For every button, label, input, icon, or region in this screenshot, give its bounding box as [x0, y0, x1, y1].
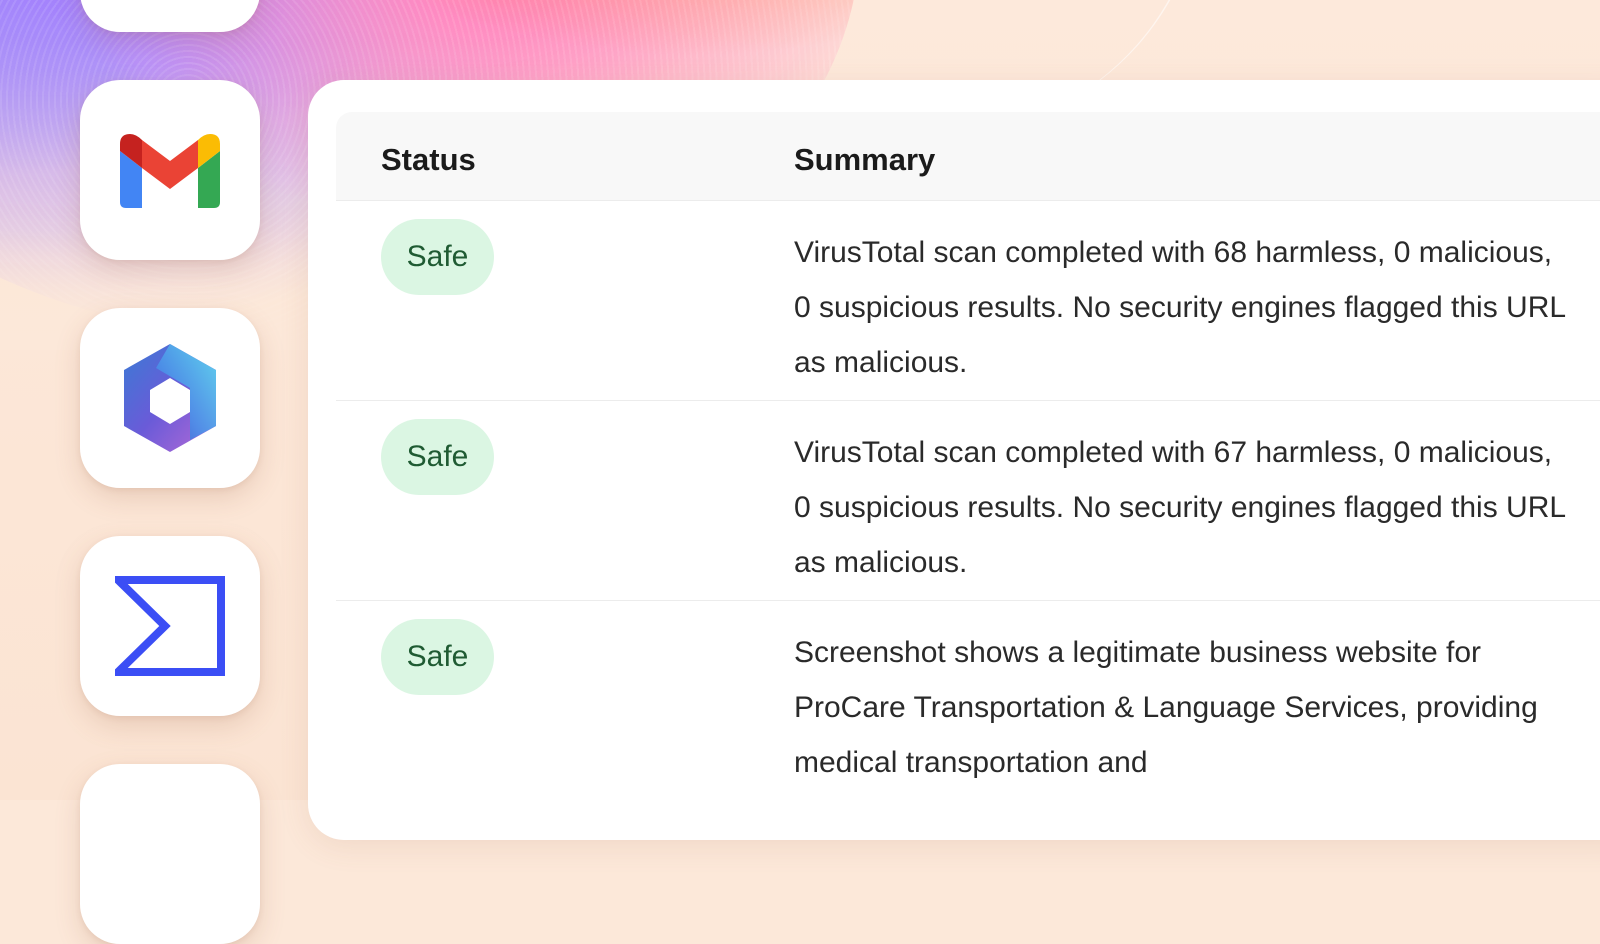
dock-app-bottom[interactable]	[80, 764, 260, 944]
results-table: Status Summary Safe VirusTotal scan comp…	[336, 112, 1600, 821]
column-header-summary[interactable]: Summary	[794, 142, 935, 178]
microsoft-365-icon	[124, 344, 216, 452]
table-row[interactable]: Safe Screenshot shows a legitimate busin…	[336, 601, 1600, 821]
dock-app-sigma[interactable]	[80, 536, 260, 716]
dock-app-gmail[interactable]	[80, 80, 260, 260]
table-header: Status Summary	[336, 112, 1600, 201]
summary-text: VirusTotal scan completed with 68 harmle…	[794, 236, 1565, 379]
summary-text: Screenshot shows a legitimate business w…	[794, 636, 1538, 779]
summary-text: VirusTotal scan completed with 67 harmle…	[794, 436, 1565, 579]
table-row[interactable]: Safe VirusTotal scan completed with 68 h…	[336, 201, 1600, 401]
table-row[interactable]: Safe VirusTotal scan completed with 67 h…	[336, 401, 1600, 601]
column-header-status[interactable]: Status	[381, 142, 476, 178]
status-badge: Safe	[381, 619, 494, 695]
sigma-icon	[115, 576, 225, 676]
dock-app-top[interactable]	[80, 0, 260, 32]
gmail-icon	[120, 134, 220, 208]
dock-app-microsoft-365[interactable]	[80, 308, 260, 488]
status-badge: Safe	[381, 219, 494, 295]
status-badge: Safe	[381, 419, 494, 495]
